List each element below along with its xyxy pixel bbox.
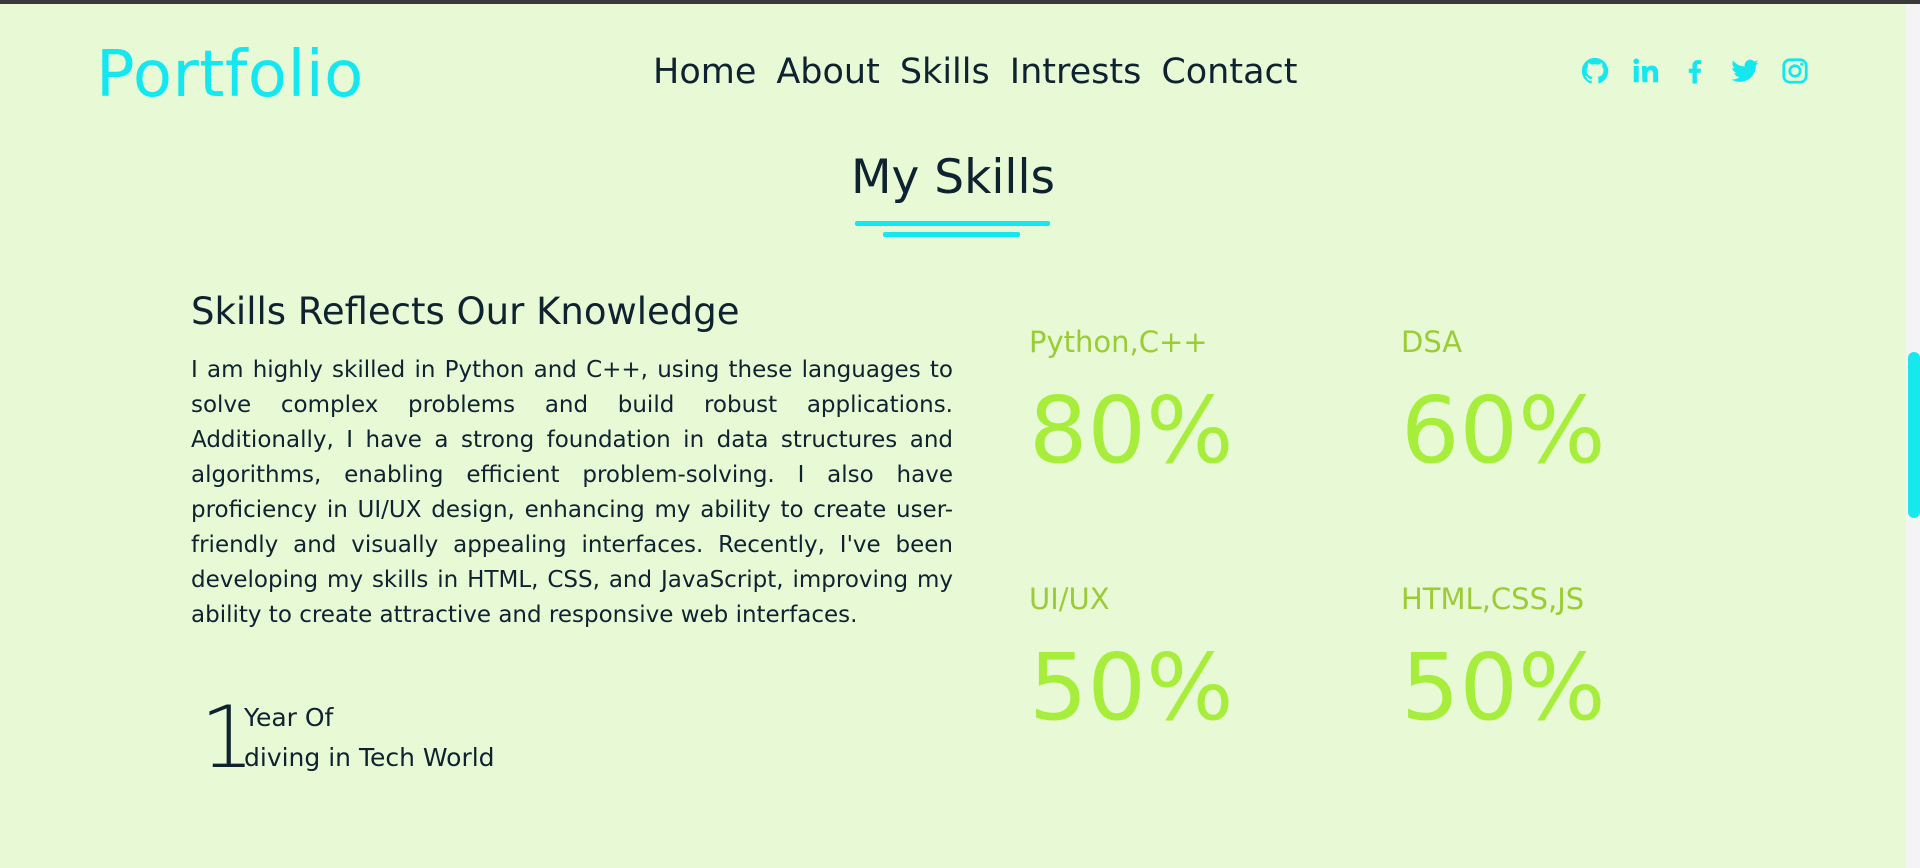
instagram-icon[interactable]: [1780, 56, 1810, 86]
nav-about[interactable]: About: [776, 52, 879, 92]
skills-description: I am highly skilled in Python and C++, u…: [191, 357, 953, 628]
twitter-icon[interactable]: [1730, 56, 1760, 86]
skill-card-web: HTML,CSS,JS 50%: [1401, 582, 1741, 734]
skill-label: DSA: [1401, 325, 1463, 359]
skill-label: Python,C++: [1029, 325, 1208, 359]
skill-percentage: 50%: [1029, 634, 1234, 741]
skill-label: HTML,CSS,JS: [1401, 582, 1585, 616]
scrollbar-thumb[interactable]: [1908, 352, 1920, 518]
skill-percentage: 80%: [1029, 377, 1234, 484]
logo[interactable]: Portfolio: [96, 38, 364, 112]
nav-contact[interactable]: Contact: [1161, 52, 1297, 92]
main-nav: Home About Skills Intrests Contact: [653, 52, 1298, 92]
nav-skills[interactable]: Skills: [900, 52, 990, 92]
skills-intro: Skills Reflects Our Knowledge I am highl…: [191, 290, 953, 633]
experience-line-2: diving in Tech World: [244, 743, 495, 772]
facebook-icon[interactable]: [1680, 56, 1710, 86]
skill-label: UI/UX: [1029, 582, 1110, 616]
section-title: My Skills: [850, 150, 1056, 205]
site-header: Portfolio Home About Skills Intrests Con…: [0, 4, 1906, 144]
skill-card-python: Python,C++ 80%: [1029, 325, 1369, 477]
skill-card-dsa: DSA 60%: [1401, 325, 1741, 477]
github-icon[interactable]: [1580, 56, 1610, 86]
skill-card-uiux: UI/UX 50%: [1029, 582, 1369, 734]
title-underline-top: [855, 221, 1050, 226]
nav-home[interactable]: Home: [653, 52, 756, 92]
social-links: [1580, 56, 1810, 86]
nav-interests[interactable]: Intrests: [1010, 52, 1142, 92]
skill-percentage: 50%: [1401, 634, 1606, 741]
linkedin-icon[interactable]: [1630, 56, 1660, 86]
title-underline-bottom: [883, 232, 1020, 237]
skill-percentage: 60%: [1401, 377, 1606, 484]
experience-line-1: Year Of: [244, 703, 334, 732]
skills-heading: Skills Reflects Our Knowledge: [191, 290, 740, 333]
